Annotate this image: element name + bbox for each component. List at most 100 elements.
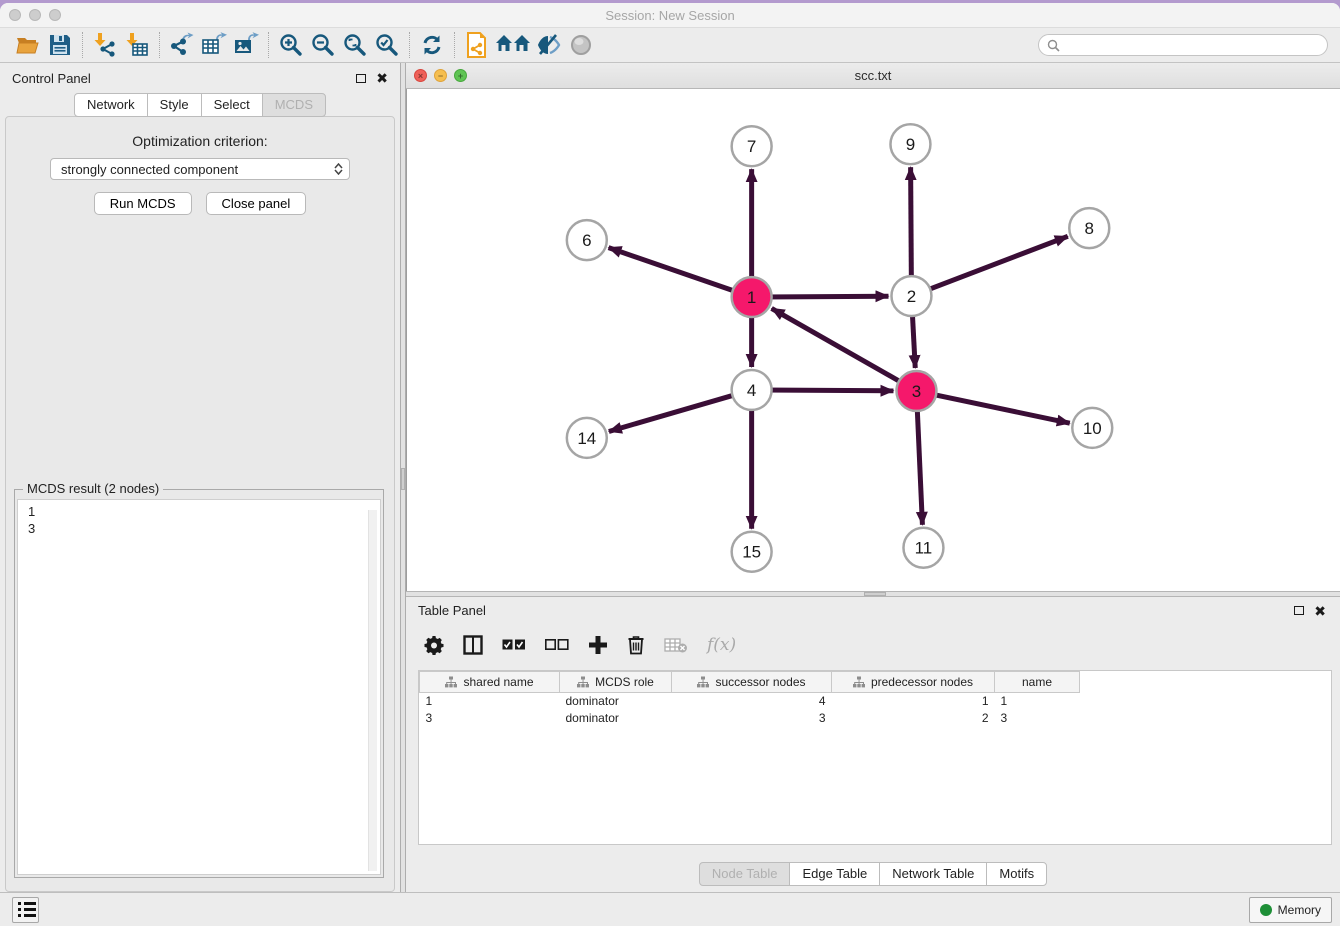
graph-node[interactable]: 9 xyxy=(890,124,930,164)
save-session-icon[interactable] xyxy=(44,30,76,60)
graph-edge[interactable] xyxy=(752,390,894,391)
search-input[interactable] xyxy=(1065,38,1319,52)
export-image-icon[interactable] xyxy=(230,30,262,60)
graph-node-label: 3 xyxy=(912,382,921,401)
network-from-document-icon[interactable] xyxy=(461,30,493,60)
columns-icon[interactable] xyxy=(463,635,483,655)
close-icon[interactable]: ✖ xyxy=(376,73,388,83)
cell-predecessor-nodes[interactable]: 2 xyxy=(832,710,995,727)
select-all-icon[interactable] xyxy=(502,639,526,651)
graph-node[interactable]: 10 xyxy=(1072,408,1112,448)
gear-icon[interactable] xyxy=(424,635,444,655)
close-network-icon[interactable]: × xyxy=(414,69,427,82)
cell-successor-nodes[interactable]: 3 xyxy=(672,710,832,727)
network-canvas[interactable]: 7 9 6 8 1 2 4 3 14 10 15 11 xyxy=(406,89,1340,591)
graph-node[interactable]: 6 xyxy=(567,220,607,260)
float-icon[interactable] xyxy=(356,74,366,83)
hide-graphics-details-icon[interactable] xyxy=(533,30,565,60)
cell-shared-name[interactable]: 1 xyxy=(420,693,560,710)
column-header[interactable]: predecessor nodes xyxy=(832,672,995,693)
tab-network[interactable]: Network xyxy=(74,93,148,117)
delete-table-icon[interactable] xyxy=(664,637,688,653)
open-session-icon[interactable] xyxy=(12,30,44,60)
cell-predecessor-nodes[interactable]: 1 xyxy=(832,693,995,710)
add-icon[interactable] xyxy=(588,635,608,655)
graph-node-label: 10 xyxy=(1083,419,1102,438)
cell-name[interactable]: 1 xyxy=(995,693,1080,710)
task-history-icon[interactable] xyxy=(12,897,39,923)
home-icon[interactable] xyxy=(493,30,533,60)
node-table[interactable]: shared name MCDS role successor nodes pr… xyxy=(418,670,1332,845)
graph-node-label: 14 xyxy=(577,429,596,448)
graph-node[interactable]: 14 xyxy=(567,418,607,458)
graph-node[interactable]: 15 xyxy=(732,532,772,572)
column-header[interactable]: MCDS role xyxy=(560,672,672,693)
function-icon[interactable]: f(x) xyxy=(707,635,736,655)
tab-mcds[interactable]: MCDS xyxy=(262,93,326,117)
graph-node[interactable]: 2 xyxy=(891,276,931,316)
tab-style[interactable]: Style xyxy=(147,93,202,117)
zoom-in-icon[interactable] xyxy=(275,30,307,60)
network-graph[interactable]: 7 9 6 8 1 2 4 3 14 10 15 11 xyxy=(407,89,1340,591)
deselect-all-icon[interactable] xyxy=(545,639,569,651)
graph-edge[interactable] xyxy=(911,236,1067,296)
zoom-fit-icon[interactable] xyxy=(339,30,371,60)
export-table-icon[interactable] xyxy=(198,30,230,60)
column-header[interactable]: name xyxy=(995,672,1080,693)
cell-mcds-role[interactable]: dominator xyxy=(560,710,672,727)
tab-select[interactable]: Select xyxy=(201,93,263,117)
graph-edge[interactable] xyxy=(609,390,752,432)
minimize-network-icon[interactable]: − xyxy=(434,69,447,82)
tab-edge-table[interactable]: Edge Table xyxy=(789,862,880,886)
run-mcds-button[interactable]: Run MCDS xyxy=(94,192,192,215)
table-tabs: Node Table Edge Table Network Table Moti… xyxy=(406,845,1340,892)
export-network-icon[interactable] xyxy=(166,30,198,60)
criterion-dropdown[interactable]: strongly connected component xyxy=(50,158,350,180)
import-network-icon[interactable] xyxy=(89,30,121,60)
refresh-icon[interactable] xyxy=(416,30,448,60)
result-scrollbar[interactable] xyxy=(368,510,377,871)
tab-motifs[interactable]: Motifs xyxy=(986,862,1047,886)
graph-edge[interactable] xyxy=(609,248,752,297)
table-row[interactable]: 1 dominator 4 1 1 xyxy=(420,693,1080,710)
graph-node[interactable]: 7 xyxy=(732,126,772,166)
zoom-out-icon[interactable] xyxy=(307,30,339,60)
close-icon[interactable]: ✖ xyxy=(1314,606,1326,616)
table-row[interactable]: 3 dominator 3 2 3 xyxy=(420,710,1080,727)
mcds-result-group: MCDS result (2 nodes) 1 3 xyxy=(14,489,384,878)
cell-mcds-role[interactable]: dominator xyxy=(560,693,672,710)
import-table-icon[interactable] xyxy=(121,30,153,60)
close-panel-button[interactable]: Close panel xyxy=(206,192,307,215)
cell-successor-nodes[interactable]: 4 xyxy=(672,693,832,710)
column-header[interactable]: shared name xyxy=(420,672,560,693)
graph-node-label: 11 xyxy=(915,539,933,558)
graph-edge[interactable] xyxy=(916,391,1069,423)
graph-node[interactable]: 4 xyxy=(732,370,772,410)
splitter-grip[interactable] xyxy=(864,592,886,596)
title-bar: Session: New Session xyxy=(0,3,1340,28)
memory-button[interactable]: Memory xyxy=(1249,897,1332,923)
float-icon[interactable] xyxy=(1294,606,1304,615)
graph-node-label: 1 xyxy=(747,288,756,307)
zoom-selected-icon[interactable] xyxy=(371,30,403,60)
search-field[interactable] xyxy=(1038,34,1328,56)
graph-node[interactable]: 3 xyxy=(896,371,936,411)
splitter-grip[interactable] xyxy=(401,468,405,490)
graph-edge[interactable] xyxy=(772,308,917,391)
zoom-network-icon[interactable]: + xyxy=(454,69,467,82)
window-title: Session: New Session xyxy=(0,8,1340,23)
graph-node[interactable]: 8 xyxy=(1069,208,1109,248)
graph-node[interactable]: 11 xyxy=(903,528,943,568)
column-header[interactable]: successor nodes xyxy=(672,672,832,693)
trash-icon[interactable] xyxy=(627,635,645,655)
memory-status-icon xyxy=(1260,904,1272,916)
cell-name[interactable]: 3 xyxy=(995,710,1080,727)
mcds-result-text[interactable]: 1 3 xyxy=(17,499,381,875)
tab-network-table[interactable]: Network Table xyxy=(879,862,987,886)
birds-eye-view-icon[interactable] xyxy=(565,30,597,60)
result-line: 3 xyxy=(28,520,370,537)
graph-node[interactable]: 1 xyxy=(732,277,772,317)
tab-node-table[interactable]: Node Table xyxy=(699,862,791,886)
horizontal-splitter[interactable] xyxy=(406,591,1340,597)
cell-shared-name[interactable]: 3 xyxy=(420,710,560,727)
